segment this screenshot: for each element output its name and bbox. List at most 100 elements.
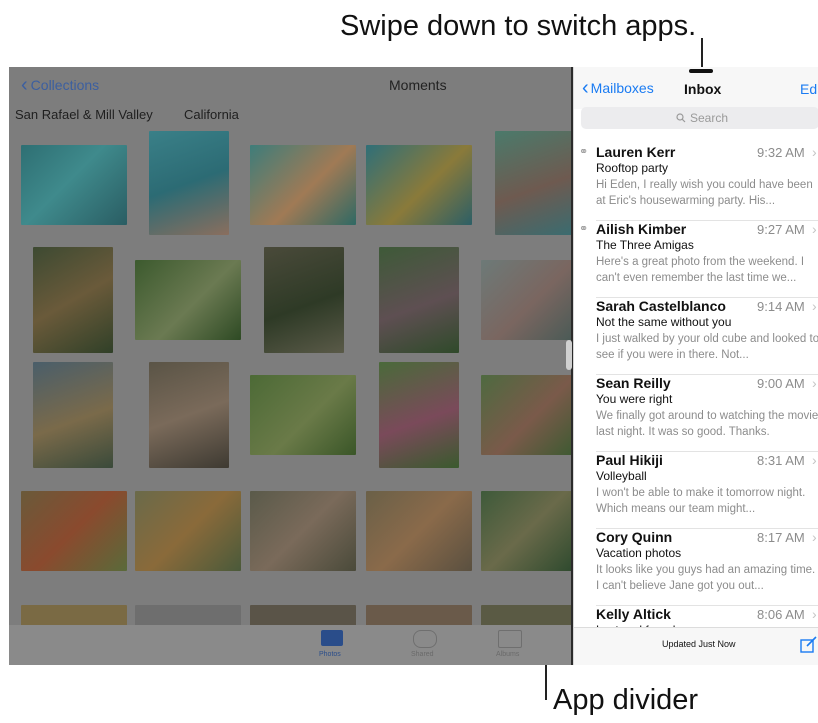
mail-nav-bar: ‹ Mailboxes Inbox Edi: [574, 67, 818, 109]
photo-thumbnail[interactable]: [481, 260, 573, 340]
app-divider-handle[interactable]: [566, 340, 572, 370]
mail-toolbar: Updated Just Now: [574, 627, 818, 665]
photos-app[interactable]: ‹ Collections Moments San Rafael & Mill …: [9, 67, 573, 665]
photo-thumbnail[interactable]: [250, 145, 356, 225]
mailboxes-back-button[interactable]: ‹ Mailboxes: [582, 77, 654, 99]
search-icon: [676, 113, 686, 123]
photo-thumbnail[interactable]: [379, 247, 459, 353]
message-row[interactable]: Paul Hikiji 8:31 AM › Volleyball I won't…: [574, 452, 818, 529]
search-placeholder: Search: [690, 111, 729, 125]
message-row[interactable]: Cory Quinn 8:17 AM › Vacation photos It …: [574, 529, 818, 606]
photo-thumbnail[interactable]: [149, 362, 229, 468]
photo-thumbnail[interactable]: [21, 605, 127, 627]
chevron-right-icon: ›: [812, 529, 817, 545]
search-field[interactable]: Search: [581, 107, 818, 129]
app-switch-grabber[interactable]: [689, 69, 713, 73]
photo-thumbnail[interactable]: [250, 605, 356, 627]
message-time: 9:00 AM: [757, 376, 805, 391]
tab-photos-label: Photos: [319, 651, 341, 658]
chevron-left-icon: ‹: [21, 74, 28, 96]
mailboxes-back-label: Mailboxes: [590, 80, 654, 96]
photo-thumbnail[interactable]: [481, 491, 573, 571]
photos-nav-bar: ‹ Collections Moments: [9, 67, 573, 105]
callout-switch-apps: Swipe down to switch apps.: [340, 10, 697, 42]
message-sender: Sarah Castelblanco: [596, 298, 726, 314]
message-subject: Rooftop party: [596, 161, 669, 175]
update-status: Updated Just Now: [662, 639, 736, 649]
photo-thumbnail[interactable]: [33, 362, 113, 468]
message-sender: Ailish Kimber: [596, 221, 687, 237]
photo-thumbnail[interactable]: [366, 145, 472, 225]
message-sender: Sean Reilly: [596, 375, 671, 391]
chevron-right-icon: ›: [812, 606, 817, 622]
message-preview: We finally got around to watching the mo…: [596, 410, 818, 438]
photo-thumbnail[interactable]: [149, 131, 229, 235]
photo-thumbnail[interactable]: [135, 491, 241, 571]
tab-albums[interactable]: Albums: [484, 625, 534, 665]
message-sender: Cory Quinn: [596, 529, 673, 545]
mail-app[interactable]: ‹ Mailboxes Inbox Edi Search ⚭ Lauren Ke…: [573, 67, 818, 665]
photos-title: Moments: [389, 77, 447, 93]
place-label-2: California: [184, 107, 239, 122]
chevron-left-icon: ‹: [582, 77, 589, 99]
photos-tab-bar: Photos Shared Albums: [9, 625, 573, 665]
photo-thumbnail[interactable]: [250, 375, 356, 455]
message-row[interactable]: ⚭ Lauren Kerr 9:32 AM › Rooftop party Hi…: [574, 144, 818, 221]
chevron-right-icon: ›: [812, 221, 817, 237]
message-subject: The Three Amigas: [596, 238, 694, 252]
photo-thumbnail[interactable]: [250, 491, 356, 571]
message-preview: I won't be able to make it tomorrow nigh…: [596, 487, 806, 515]
photo-thumbnail[interactable]: [264, 247, 344, 353]
photo-thumbnail[interactable]: [135, 260, 241, 340]
message-time: 8:17 AM: [757, 530, 805, 545]
tab-shared-label: Shared: [411, 651, 434, 658]
chevron-right-icon: ›: [812, 375, 817, 391]
photos-tab-icon: [321, 630, 343, 646]
message-sender: Lauren Kerr: [596, 144, 676, 160]
message-time: 9:32 AM: [757, 145, 805, 160]
message-subject: Not the same without you: [596, 315, 732, 329]
photo-thumbnail[interactable]: [366, 491, 472, 571]
message-time: 9:14 AM: [757, 299, 805, 314]
photo-thumbnail[interactable]: [481, 605, 573, 627]
message-row[interactable]: ⚭ Ailish Kimber 9:27 AM › The Three Amig…: [574, 221, 818, 298]
message-preview: Hi Eden, I really wish you could have be…: [596, 179, 813, 207]
tab-photos[interactable]: Photos: [309, 625, 359, 665]
message-subject: You were right: [596, 392, 673, 406]
compose-icon[interactable]: [800, 636, 818, 654]
inbox-title: Inbox: [684, 81, 722, 97]
message-preview: Here's a great photo from the weekend. I…: [596, 256, 805, 284]
callout-app-divider: App divider: [553, 684, 699, 716]
albums-icon: [498, 630, 522, 648]
message-sender: Kelly Altick: [596, 606, 671, 622]
tab-albums-label: Albums: [496, 651, 520, 658]
attachment-icon: ⚭: [579, 223, 589, 235]
attachment-icon: ⚭: [579, 146, 589, 158]
message-subject: Volleyball: [596, 469, 647, 483]
cloud-icon: [413, 630, 437, 648]
message-time: 8:31 AM: [757, 453, 805, 468]
message-subject: Vacation photos: [596, 546, 682, 560]
search-placeholder-wrap: Search: [676, 111, 728, 125]
photo-thumbnail[interactable]: [21, 491, 127, 571]
message-row[interactable]: Sarah Castelblanco 9:14 AM › Not the sam…: [574, 298, 818, 375]
callout-leader-top: [701, 38, 703, 70]
photo-thumbnail[interactable]: [135, 605, 241, 627]
chevron-right-icon: ›: [812, 298, 817, 314]
message-time: 8:06 AM: [757, 607, 805, 622]
photo-thumbnail[interactable]: [33, 247, 113, 353]
chevron-right-icon: ›: [812, 144, 817, 160]
place-label-1: San Rafael & Mill Valley: [15, 107, 153, 122]
photo-thumbnail[interactable]: [481, 375, 573, 455]
photo-thumbnail[interactable]: [495, 131, 573, 235]
photo-thumbnail[interactable]: [366, 605, 472, 627]
photo-thumbnail[interactable]: [379, 362, 459, 468]
message-preview: I just walked by your old cube and looke…: [596, 333, 818, 361]
message-time: 9:27 AM: [757, 222, 805, 237]
edit-button[interactable]: Edi: [800, 81, 818, 97]
collections-back-button[interactable]: ‹ Collections: [21, 74, 99, 96]
photo-thumbnail[interactable]: [21, 145, 127, 225]
message-row[interactable]: Sean Reilly 9:00 AM › You were right We …: [574, 375, 818, 452]
message-preview: It looks like you guys had an amazing ti…: [596, 564, 816, 592]
tab-shared[interactable]: Shared: [399, 625, 449, 665]
